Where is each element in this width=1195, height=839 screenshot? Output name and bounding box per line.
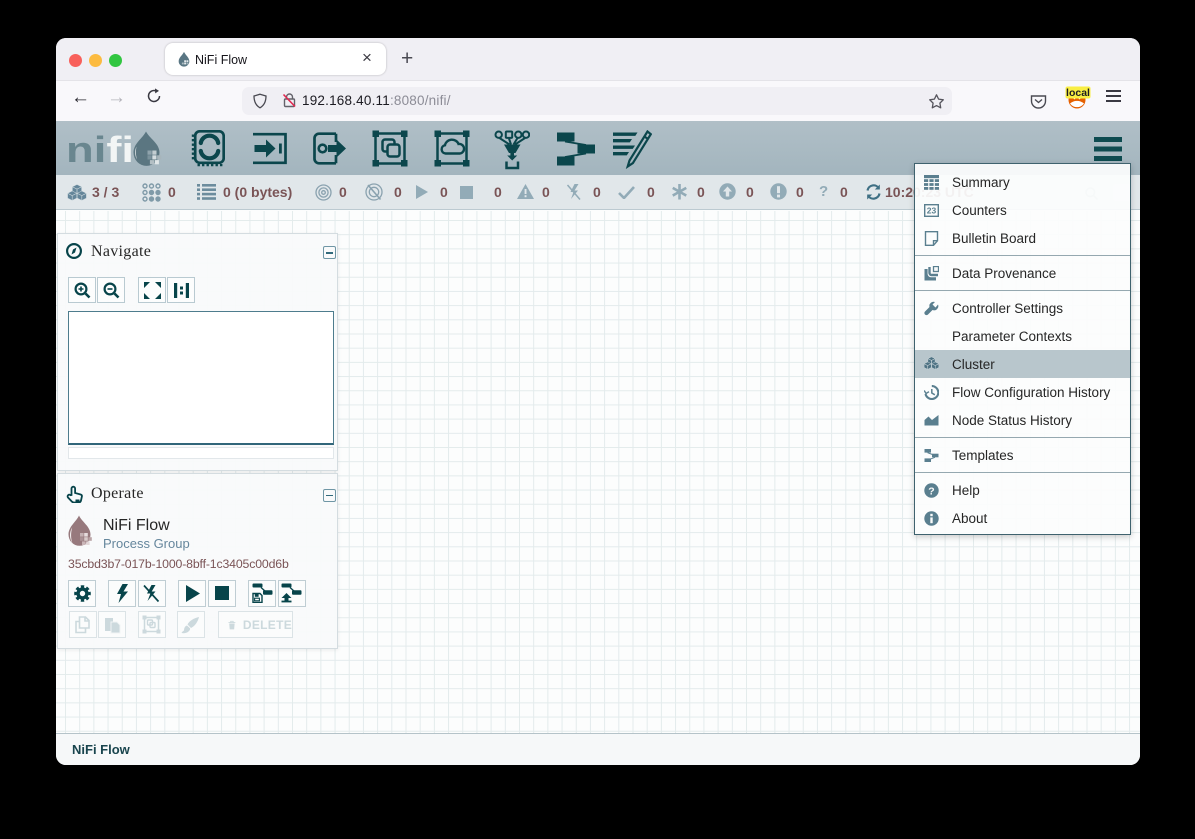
- svg-text:23: 23: [927, 205, 937, 215]
- svg-text:local: local: [1066, 87, 1090, 99]
- svg-text:?: ?: [928, 485, 934, 497]
